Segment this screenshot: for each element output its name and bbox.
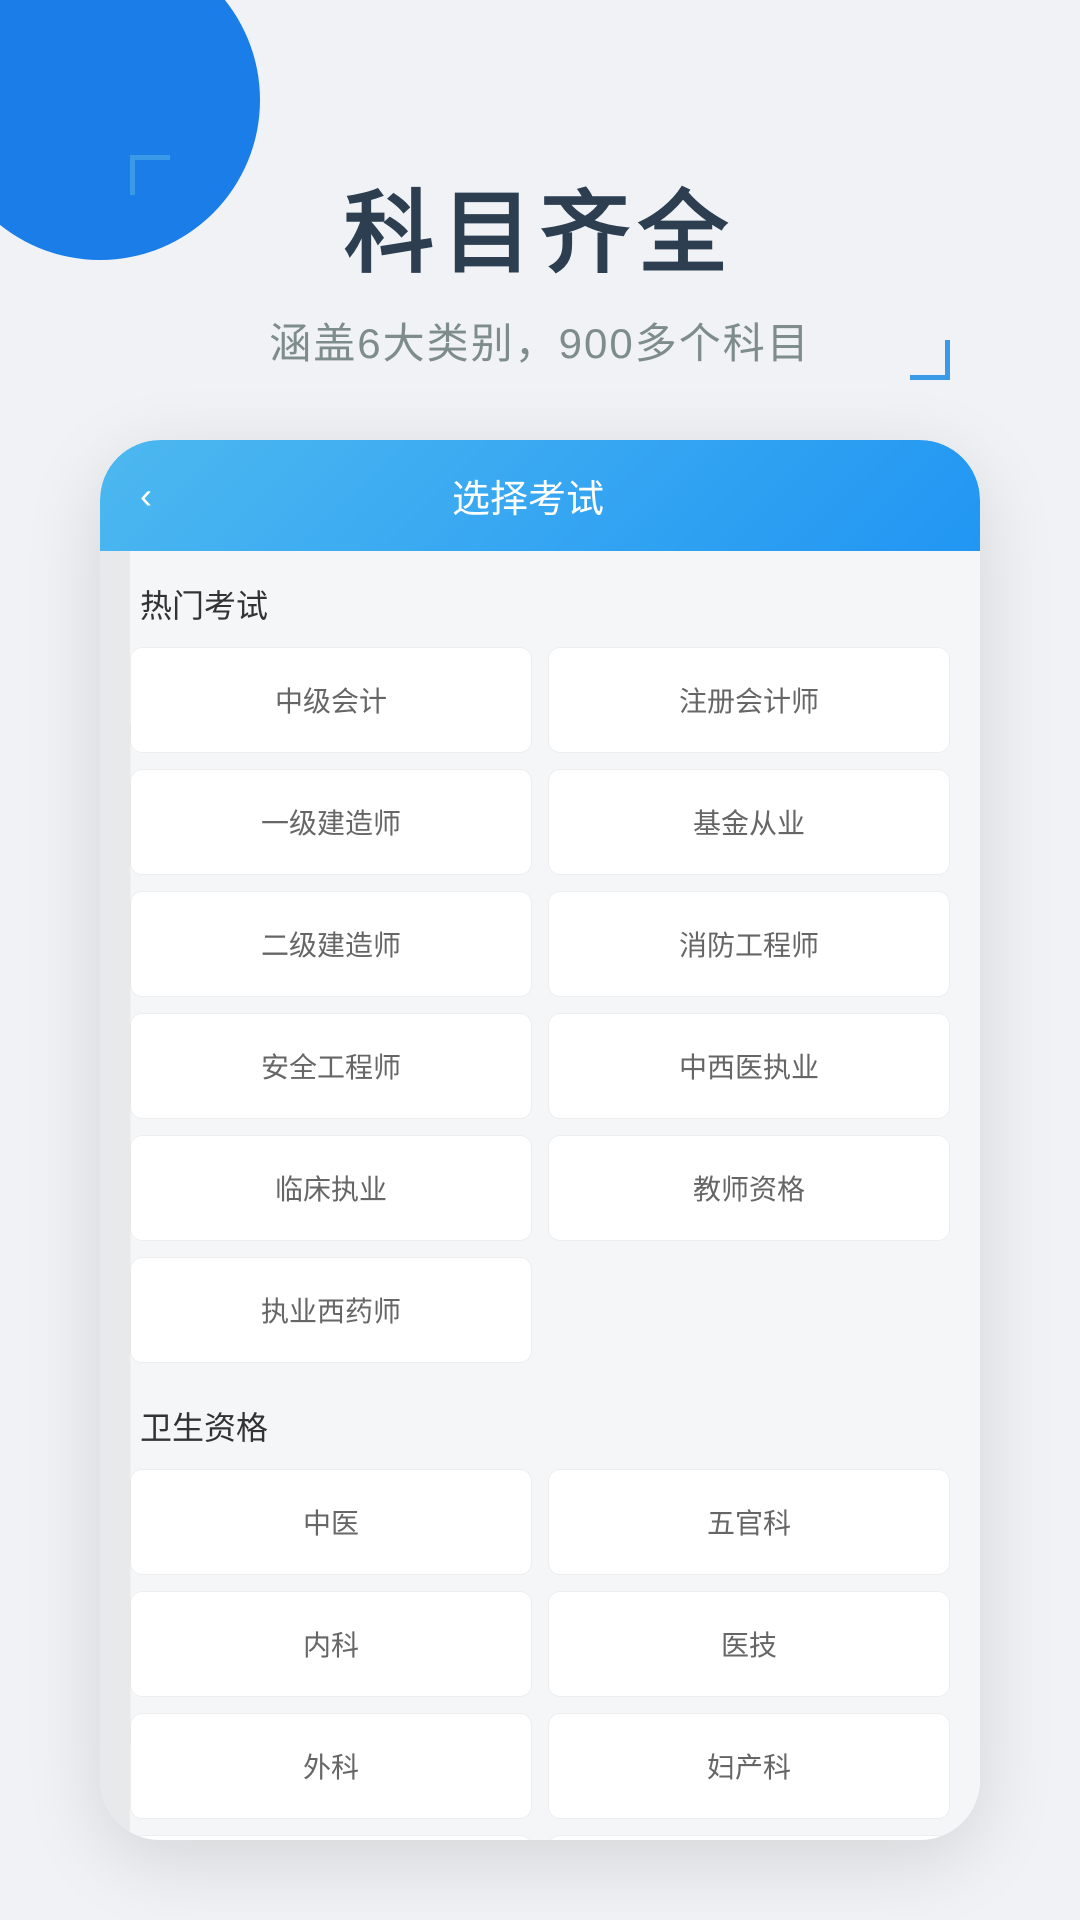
list-item[interactable]: 药学 [548,1835,950,1840]
top-section: 科目齐全 涵盖6大类别，900多个科目 [0,0,1080,371]
list-item[interactable]: 中医 [130,1469,532,1575]
phone-inner[interactable]: ‹ 选择考试 热门考试 中级会计 注册会计师 一级建造师 基金从业 二级建造师 … [100,440,980,1840]
phone-mockup: ‹ 选择考试 热门考试 中级会计 注册会计师 一级建造师 基金从业 二级建造师 … [100,440,980,1840]
corner-bracket-tl [130,155,170,195]
content-area: 热门考试 中级会计 注册会计师 一级建造师 基金从业 二级建造师 消防工程师 安… [100,551,980,1840]
category-hot-title: 热门考试 [130,551,950,647]
back-button[interactable]: ‹ [140,475,152,517]
list-item[interactable]: 教师资格 [548,1135,950,1241]
health-items-grid: 中医 五官科 内科 医技 外科 妇产科 护理 药学 预防 其他 [130,1469,950,1840]
list-item[interactable]: 执业西药师 [130,1257,532,1363]
list-item[interactable]: 安全工程师 [130,1013,532,1119]
list-item[interactable]: 医技 [548,1591,950,1697]
list-item[interactable]: 基金从业 [548,769,950,875]
category-health: 卫生资格 中医 五官科 内科 医技 外科 妇产科 护理 药学 预防 其他 [130,1373,950,1840]
category-health-title: 卫生资格 [130,1373,950,1469]
list-item[interactable]: 注册会计师 [548,647,950,753]
list-item[interactable]: 临床执业 [130,1135,532,1241]
list-item[interactable]: 五官科 [548,1469,950,1575]
list-item[interactable]: 外科 [130,1713,532,1819]
list-item[interactable]: 二级建造师 [130,891,532,997]
header-title: 选择考试 [172,468,884,523]
list-item[interactable]: 一级建造师 [130,769,532,875]
corner-bracket-br [910,340,950,380]
exam-header: ‹ 选择考试 [100,440,980,551]
list-item[interactable]: 妇产科 [548,1713,950,1819]
category-hot: 热门考试 中级会计 注册会计师 一级建造师 基金从业 二级建造师 消防工程师 安… [130,551,950,1363]
list-item[interactable]: 消防工程师 [548,891,950,997]
hot-items-grid: 中级会计 注册会计师 一级建造师 基金从业 二级建造师 消防工程师 安全工程师 … [130,647,950,1363]
list-item[interactable]: 中西医执业 [548,1013,950,1119]
list-item[interactable]: 内科 [130,1591,532,1697]
list-item[interactable]: 中级会计 [130,647,532,753]
list-item[interactable]: 护理 [130,1835,532,1840]
